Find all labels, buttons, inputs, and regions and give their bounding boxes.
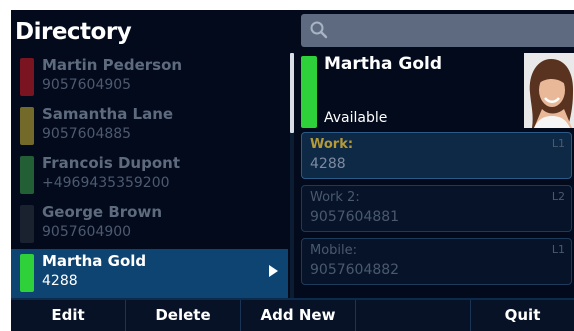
presence-status: Available: [324, 110, 388, 126]
empty-softkey[interactable]: [356, 300, 471, 331]
phone-label: Work 2:: [310, 190, 360, 205]
phone-entry[interactable]: Mobile: 9057604882 L1: [301, 238, 572, 285]
line-indicator: L1: [551, 137, 565, 150]
contact-name: Samantha Lane: [42, 105, 174, 123]
phone-screen: Directory Martin Pederson 9057604905 Sam…: [11, 10, 574, 331]
list-item[interactable]: Samantha Lane 9057604885: [11, 102, 288, 151]
phone-number: 4288: [310, 156, 346, 172]
add-new-softkey[interactable]: Add New: [241, 300, 356, 331]
arrow-right-icon[interactable]: [269, 265, 278, 277]
contact-number: 9057604885: [42, 126, 132, 142]
phone-label: Mobile:: [310, 243, 358, 258]
phone-number: 9057604882: [310, 262, 400, 278]
contact-number: 4288: [42, 273, 78, 289]
edit-softkey[interactable]: Edit: [11, 300, 126, 331]
contact-number: 9057604900: [42, 224, 132, 240]
softkey-bar: Edit Delete Add New Quit: [11, 298, 574, 331]
contact-detail-panel: Martha Gold Available Work: 4288 L1 Work…: [299, 53, 574, 298]
line-indicator: L1: [551, 243, 565, 256]
phone-label: Work:: [310, 137, 354, 152]
search-icon: [309, 20, 329, 40]
status-bar: [20, 58, 34, 96]
detail-name: Martha Gold: [324, 54, 443, 74]
status-bar: [20, 107, 34, 145]
contact-number: 9057604905: [42, 77, 132, 93]
delete-softkey[interactable]: Delete: [126, 300, 241, 331]
quit-softkey[interactable]: Quit: [471, 300, 574, 331]
line-indicator: L2: [551, 190, 565, 203]
search-input[interactable]: [301, 14, 574, 47]
status-bar: [20, 156, 34, 194]
contact-name: Francois Dupont: [42, 154, 180, 172]
page-title: Directory: [15, 19, 132, 45]
phone-entry-selected[interactable]: Work: 4288 L1: [301, 132, 572, 179]
phone-entry[interactable]: Work 2: 9057604881 L2: [301, 185, 572, 232]
list-item-selected[interactable]: Martha Gold 4288: [11, 249, 288, 298]
list-item[interactable]: Martin Pederson 9057604905: [11, 53, 288, 102]
scrollbar-thumb[interactable]: [290, 53, 294, 133]
contact-name: George Brown: [42, 203, 162, 221]
phone-number: 9057604881: [310, 209, 400, 225]
avatar: [524, 53, 574, 128]
status-bar: [20, 205, 34, 243]
contact-name: Martha Gold: [42, 252, 147, 270]
contact-list: Martin Pederson 9057604905 Samantha Lane…: [11, 53, 291, 298]
contact-name: Martin Pederson: [42, 56, 183, 74]
contact-number: +4969435359200: [42, 175, 170, 191]
status-bar: [301, 56, 317, 128]
list-item[interactable]: George Brown 9057604900: [11, 200, 288, 249]
list-item[interactable]: Francois Dupont +4969435359200: [11, 151, 288, 200]
status-bar: [20, 254, 34, 292]
